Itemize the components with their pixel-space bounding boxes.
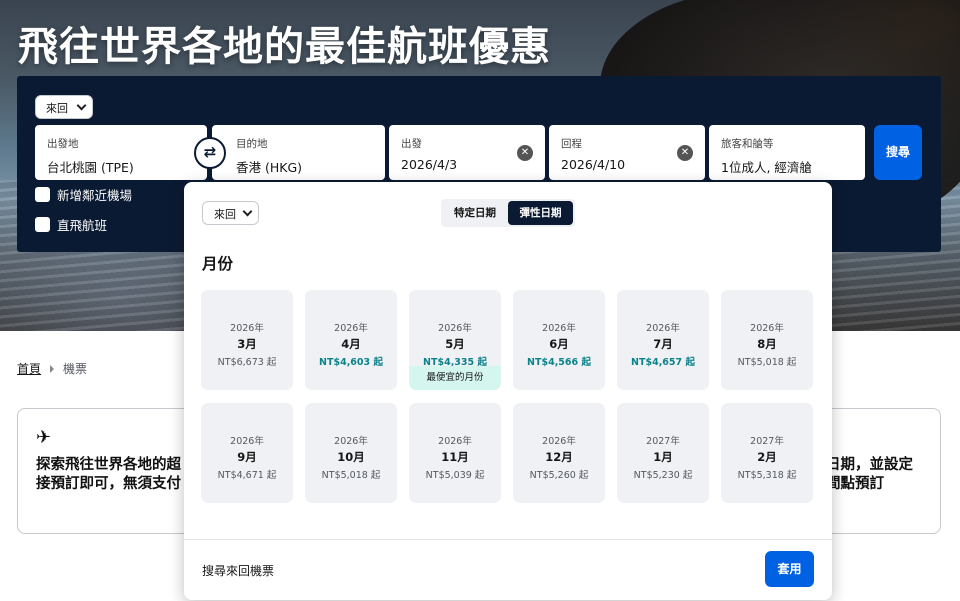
origin-value: 台北桃園 (TPE) [47, 160, 134, 175]
popup-trip-type-select[interactable]: 來回 [202, 201, 259, 225]
month-name: 2月 [757, 450, 777, 464]
travellers-value: 1位成人, 經濟艙 [721, 160, 812, 175]
search-button[interactable]: 搜尋 [874, 125, 922, 180]
month-card[interactable]: 2026年 10月 NT$5,018 起 [305, 403, 397, 503]
month-year: 2026年 [438, 436, 472, 447]
months-heading: 月份 [202, 255, 234, 273]
month-year: 2026年 [542, 323, 576, 334]
checkbox-box[interactable] [35, 186, 50, 202]
month-name: 8月 [757, 337, 777, 351]
popup-footer: 搜尋來回機票 套用 [184, 539, 832, 600]
date-mode-toggle: 特定日期 彈性日期 [441, 199, 575, 227]
footer-text: 搜尋來回機票 [202, 564, 275, 578]
depart-date-field[interactable]: 出發 2026/4/3 ✕ [389, 125, 545, 180]
clear-icon[interactable]: ✕ [677, 145, 693, 161]
travellers-label: 旅客和艙等 [721, 138, 774, 150]
date-picker-popup: 來回 特定日期 彈性日期 月份 2026年 3月 NT$6,673 起 2026… [184, 182, 832, 600]
info-card-left-line2: 接預訂即可，無須支付 [36, 476, 181, 492]
month-name: 1月 [653, 450, 673, 464]
month-year: 2026年 [438, 323, 472, 334]
direct-flights-label: 直飛航班 [57, 217, 108, 233]
travellers-field[interactable]: 旅客和艙等 1位成人, 經濟艙 [709, 125, 865, 180]
apply-button[interactable]: 套用 [765, 551, 814, 587]
info-card-right-line1: 日期，並設定 [826, 457, 913, 473]
depart-label: 出發 [401, 138, 422, 150]
month-card[interactable]: 2026年 3月 NT$6,673 起 [201, 290, 293, 390]
month-price: NT$5,018 起 [737, 357, 797, 368]
month-price: NT$5,018 起 [321, 470, 381, 481]
nearby-airports-label: 新增鄰近機場 [57, 187, 133, 203]
cheapest-month-badge: 最便宜的月份 [409, 366, 501, 390]
month-card[interactable]: 2026年 11月 NT$5,039 起 [409, 403, 501, 503]
chevron-right-icon [50, 364, 55, 373]
origin-label: 出發地 [47, 138, 79, 150]
tab-flexible-dates[interactable]: 彈性日期 [508, 201, 573, 225]
month-year: 2026年 [230, 323, 264, 334]
origin-field[interactable]: 出發地 台北桃園 (TPE) [35, 125, 207, 180]
page-title: 飛往世界各地的最佳航班優惠 [18, 24, 551, 70]
month-name: 7月 [653, 337, 673, 351]
swap-icon[interactable]: ⇄ [194, 137, 226, 169]
month-name: 12月 [545, 450, 573, 464]
month-year: 2027年 [646, 436, 680, 447]
destination-field[interactable]: 目的地 香港 (HKG) [212, 125, 385, 180]
month-card[interactable]: 2026年 9月 NT$4,671 起 [201, 403, 293, 503]
month-year: 2026年 [334, 323, 368, 334]
month-name: 10月 [337, 450, 365, 464]
trip-type-label: 來回 [46, 102, 68, 115]
chevron-down-icon [242, 206, 253, 217]
month-price: NT$5,039 起 [425, 470, 485, 481]
month-card[interactable]: 2027年 2月 NT$5,318 起 [721, 403, 813, 503]
month-year: 2026年 [230, 436, 264, 447]
month-year: 2027年 [750, 436, 784, 447]
month-year: 2026年 [542, 436, 576, 447]
month-name: 9月 [237, 450, 257, 464]
month-price: NT$4,671 起 [217, 470, 277, 481]
month-name: 4月 [341, 337, 361, 351]
month-price: NT$5,230 起 [633, 470, 693, 481]
destination-value: 香港 (HKG) [236, 160, 303, 175]
month-price: NT$4,566 起 [527, 357, 591, 368]
clear-icon[interactable]: ✕ [517, 145, 533, 161]
chevron-down-icon [76, 100, 87, 111]
month-price: NT$5,260 起 [529, 470, 589, 481]
month-price: NT$4,657 起 [631, 357, 695, 368]
month-name: 3月 [237, 337, 257, 351]
airplane-icon: ✈ [36, 427, 52, 448]
destination-label: 目的地 [236, 138, 268, 150]
month-card-cheapest[interactable]: 2026年 5月 NT$4,335 起 最便宜的月份 [409, 290, 501, 390]
breadcrumb-current: 機票 [63, 362, 88, 376]
month-card[interactable]: 2027年 1月 NT$5,230 起 [617, 403, 709, 503]
month-card[interactable]: 2026年 6月 NT$4,566 起 [513, 290, 605, 390]
return-label: 回程 [561, 138, 582, 150]
month-card[interactable]: 2026年 7月 NT$4,657 起 [617, 290, 709, 390]
nearby-airports-checkbox[interactable]: 新增鄰近機場 [35, 185, 132, 203]
month-name: 6月 [549, 337, 569, 351]
trip-type-select[interactable]: 來回 [35, 95, 93, 119]
depart-value: 2026/4/3 [401, 157, 458, 172]
return-value: 2026/4/10 [561, 157, 626, 172]
breadcrumb-home-link[interactable]: 首頁 [17, 360, 41, 377]
month-year: 2026年 [334, 436, 368, 447]
month-card[interactable]: 2026年 8月 NT$5,018 起 [721, 290, 813, 390]
month-card[interactable]: 2026年 12月 NT$5,260 起 [513, 403, 605, 503]
month-year: 2026年 [646, 323, 680, 334]
info-card-left-line1: 探索飛往世界各地的超 [36, 457, 181, 473]
month-year: 2026年 [750, 323, 784, 334]
month-price: NT$4,603 起 [319, 357, 383, 368]
month-grid: 2026年 3月 NT$6,673 起 2026年 4月 NT$4,603 起 … [201, 290, 813, 503]
month-price: NT$6,673 起 [217, 357, 277, 368]
tab-specific-dates[interactable]: 特定日期 [443, 201, 507, 225]
month-card[interactable]: 2026年 4月 NT$4,603 起 [305, 290, 397, 390]
breadcrumb: 首頁 機票 [17, 360, 87, 377]
month-price: NT$5,318 起 [737, 470, 797, 481]
checkbox-box[interactable] [35, 216, 50, 232]
popup-trip-type-label: 來回 [214, 208, 236, 221]
month-name: 11月 [441, 450, 469, 464]
month-name: 5月 [445, 337, 465, 351]
info-card-right-line2: 間點預訂 [826, 476, 884, 492]
return-date-field[interactable]: 回程 2026/4/10 ✕ [549, 125, 705, 180]
direct-flights-checkbox[interactable]: 直飛航班 [35, 215, 107, 233]
